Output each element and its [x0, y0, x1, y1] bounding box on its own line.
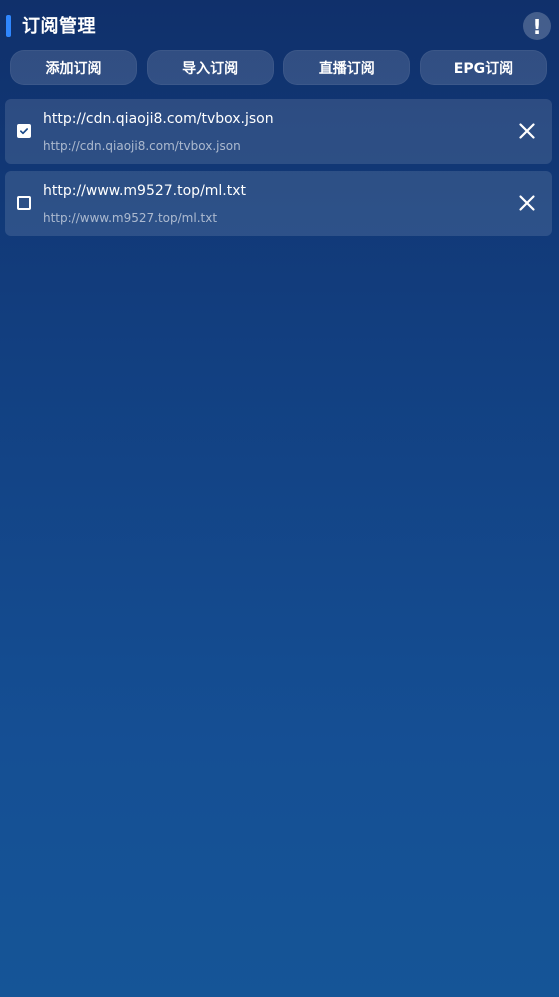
checkbox-unchecked-icon[interactable] [17, 196, 31, 210]
title-accent-bar [6, 15, 11, 37]
live-subscription-button[interactable]: 直播订阅 [283, 50, 411, 85]
header: 订阅管理 ! [0, 0, 559, 50]
add-subscription-button[interactable]: 添加订阅 [10, 50, 137, 85]
action-bar: 添加订阅 导入订阅 直播订阅 EPG订阅 [10, 50, 547, 85]
checkbox-checked-icon[interactable] [17, 124, 31, 138]
subscription-item[interactable]: http://www.m9527.top/ml.txt http://www.m… [5, 171, 552, 236]
subscription-subtitle: http://www.m9527.top/ml.txt [43, 211, 218, 225]
exclamation-icon: ! [532, 14, 542, 39]
subscription-item[interactable]: http://cdn.qiaoji8.com/tvbox.json http:/… [5, 99, 552, 164]
epg-subscription-button[interactable]: EPG订阅 [419, 50, 547, 85]
page-title: 订阅管理 [22, 16, 96, 37]
import-subscription-button[interactable]: 导入订阅 [146, 50, 274, 85]
subscription-subtitle: http://cdn.qiaoji8.com/tvbox.json [43, 139, 241, 153]
subscription-list: http://cdn.qiaoji8.com/tvbox.json http:/… [5, 99, 552, 243]
subscription-url: http://cdn.qiaoji8.com/tvbox.json [43, 111, 274, 127]
close-icon[interactable] [518, 122, 536, 140]
subscription-url: http://www.m9527.top/ml.txt [43, 183, 247, 199]
checkmark-icon [20, 128, 28, 135]
info-button[interactable]: ! [523, 12, 551, 40]
close-icon[interactable] [518, 194, 536, 212]
